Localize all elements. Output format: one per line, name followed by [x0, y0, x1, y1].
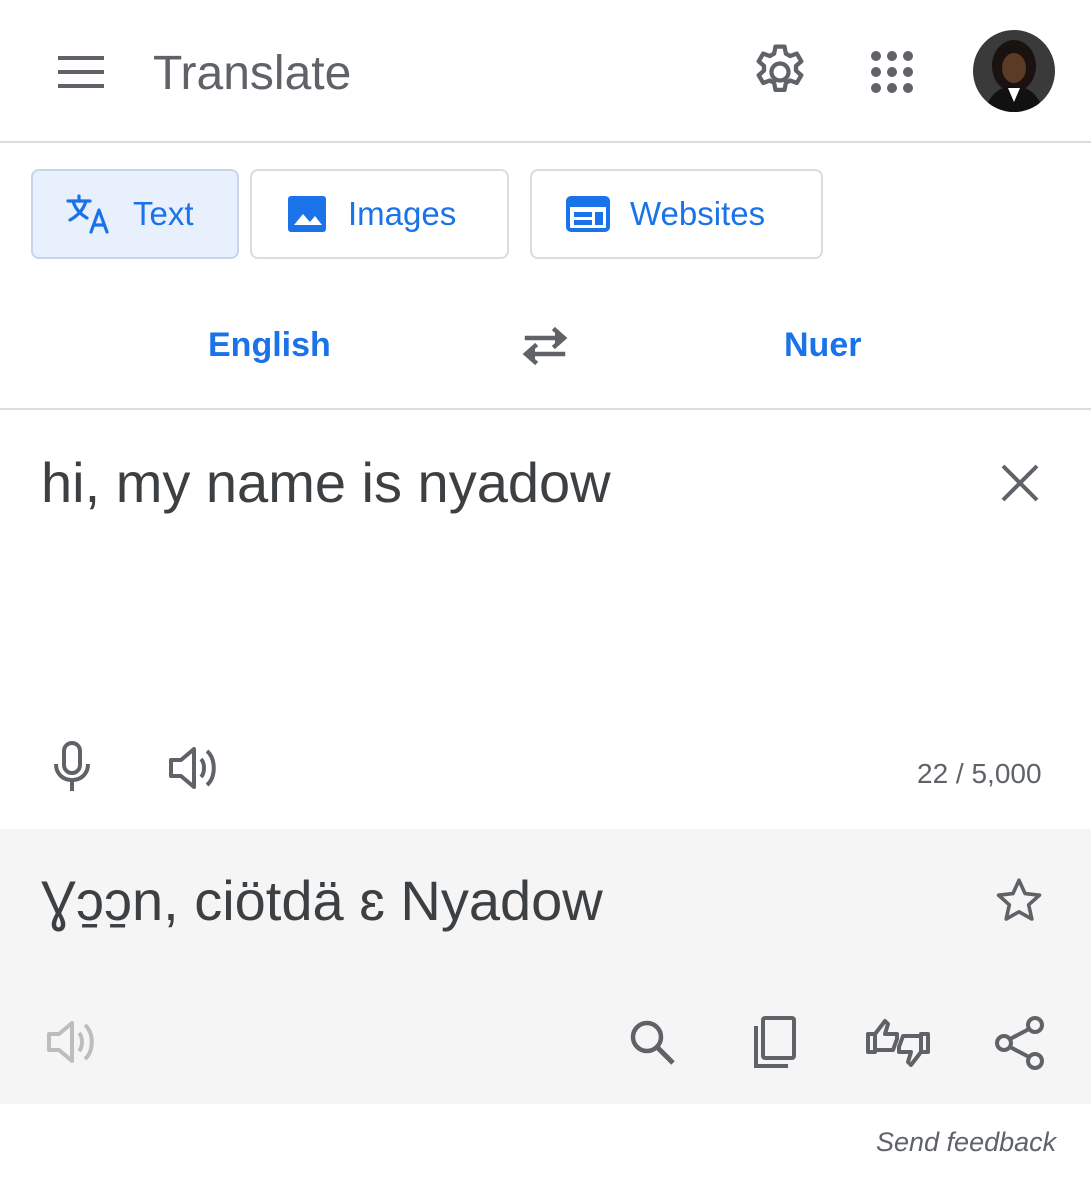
source-text-input[interactable]: hi, my name is nyadow	[41, 448, 611, 518]
speaker-icon[interactable]	[166, 742, 222, 794]
star-icon[interactable]	[992, 874, 1046, 928]
tab-text-label: Text	[133, 195, 194, 232]
translation-text: Ɣɔ̱ɔ̱n, ciötdä ɛ Nyadow	[41, 869, 603, 932]
send-feedback-link[interactable]: Send feedback	[876, 1124, 1056, 1160]
translate-icon	[65, 192, 113, 236]
microphone-icon[interactable]	[50, 740, 94, 794]
character-count: 22 / 5,000	[917, 758, 1042, 789]
image-icon	[286, 194, 328, 234]
rate-translation-icon[interactable]	[864, 1012, 932, 1074]
settings-gear-icon[interactable]	[748, 40, 812, 104]
share-icon[interactable]	[992, 1014, 1048, 1072]
target-language-button[interactable]: Nuer	[784, 323, 861, 367]
source-language-button[interactable]: English	[208, 323, 331, 367]
app-title: Translate	[153, 47, 352, 100]
tab-images-label: Images	[348, 195, 457, 232]
account-avatar[interactable]	[973, 30, 1055, 112]
tab-websites-label: Websites	[630, 195, 766, 232]
tab-images[interactable]: Images	[250, 169, 509, 259]
menu-icon[interactable]	[52, 48, 110, 96]
tab-text[interactable]: Text	[31, 169, 239, 259]
web-icon	[566, 196, 610, 232]
swap-languages-icon[interactable]	[519, 324, 571, 368]
speaker-icon[interactable]	[44, 1016, 100, 1068]
search-icon[interactable]	[626, 1016, 678, 1068]
copy-icon[interactable]	[748, 1014, 800, 1072]
apps-grid-icon[interactable]	[862, 42, 922, 102]
tab-websites[interactable]: Websites	[530, 169, 823, 259]
close-icon[interactable]	[995, 458, 1045, 508]
